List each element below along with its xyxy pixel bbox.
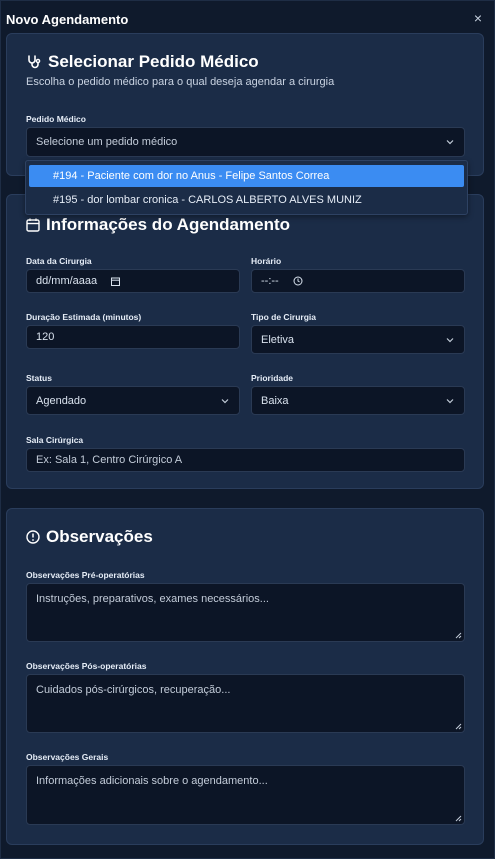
- clock-icon[interactable]: [293, 276, 303, 286]
- select-order-card: Selecionar Pedido Médico Escolha o pedid…: [6, 33, 484, 176]
- status-value: Agendado: [36, 394, 87, 407]
- surgery-type-value: Eletiva: [261, 333, 295, 346]
- post-op-label: Observações Pós-operatórias: [26, 661, 147, 671]
- observations-title: Observações: [46, 527, 153, 546]
- duration-label: Duração Estimada (minutos): [26, 312, 142, 322]
- chevron-down-icon: [221, 398, 229, 403]
- time-input[interactable]: --:--: [251, 269, 465, 293]
- stethoscope-icon: [28, 55, 41, 69]
- alert-circle-icon: [26, 530, 40, 544]
- surgery-type-select[interactable]: Eletiva: [251, 325, 465, 354]
- medical-order-placeholder: Selecione um pedido médico: [36, 136, 178, 148]
- operating-room-input[interactable]: Ex: Sala 1, Centro Cirúrgico A: [26, 448, 465, 472]
- scheduling-info-title: Informações do Agendamento: [46, 215, 291, 234]
- general-obs-label: Observações Gerais: [26, 752, 109, 762]
- select-order-heading: Selecionar Pedido Médico: [26, 52, 259, 72]
- duration-input[interactable]: 120: [26, 325, 240, 349]
- chevron-down-icon: [446, 398, 454, 403]
- post-op-placeholder: Cuidados pós-cirúrgicos, recuperação...: [36, 684, 231, 696]
- observations-card: Observações Observações Pré-operatórias …: [6, 508, 484, 845]
- chevron-down-icon: [446, 337, 454, 342]
- resize-handle-icon[interactable]: [454, 814, 462, 822]
- chevron-down-icon: [446, 140, 454, 145]
- scheduling-info-card: Informações do Agendamento Data da Cirur…: [6, 194, 484, 489]
- medical-order-dropdown-list: #194 - Paciente com dor no Anus - Felipe…: [25, 160, 468, 215]
- priority-value: Baixa: [261, 394, 289, 407]
- surgery-type-label: Tipo de Cirurgia: [251, 312, 317, 322]
- operating-room-label: Sala Cirúrgica: [26, 435, 84, 445]
- general-obs-placeholder: Informações adicionais sobre o agendamen…: [36, 775, 268, 787]
- medical-order-select[interactable]: Selecione um pedido médico: [26, 127, 465, 157]
- observations-heading: Observações: [26, 527, 153, 547]
- operating-room-placeholder: Ex: Sala 1, Centro Cirúrgico A: [36, 454, 183, 466]
- modal-title: Novo Agendamento: [6, 12, 129, 27]
- status-select[interactable]: Agendado: [26, 386, 240, 415]
- scheduling-info-heading: Informações do Agendamento: [26, 215, 290, 235]
- status-label: Status: [26, 373, 52, 383]
- select-order-subtitle: Escolha o pedido médico para o qual dese…: [26, 76, 335, 88]
- calendar-picker-icon[interactable]: [111, 277, 120, 286]
- surgery-date-value: dd/mm/aaaa: [36, 275, 98, 287]
- calendar-icon: [26, 218, 40, 232]
- surgery-date-input[interactable]: dd/mm/aaaa: [26, 269, 240, 293]
- dropdown-option-194[interactable]: #194 - Paciente com dor no Anus - Felipe…: [29, 165, 464, 187]
- dropdown-option-195[interactable]: #195 - dor lombar cronica - CARLOS ALBER…: [29, 189, 464, 211]
- select-order-title: Selecionar Pedido Médico: [48, 52, 259, 71]
- surgery-date-label: Data da Cirurgia: [26, 256, 92, 266]
- resize-handle-icon[interactable]: [454, 631, 462, 639]
- resize-handle-icon[interactable]: [454, 722, 462, 730]
- pre-op-placeholder: Instruções, preparativos, exames necessá…: [36, 593, 269, 605]
- priority-select[interactable]: Baixa: [251, 386, 465, 415]
- priority-label: Prioridade: [251, 373, 294, 383]
- pre-op-textarea[interactable]: Instruções, preparativos, exames necessá…: [26, 583, 465, 642]
- duration-value: 120: [36, 331, 55, 343]
- time-label: Horário: [251, 256, 282, 266]
- time-value: --:--: [261, 275, 279, 287]
- post-op-textarea[interactable]: Cuidados pós-cirúrgicos, recuperação...: [26, 674, 465, 733]
- general-obs-textarea[interactable]: Informações adicionais sobre o agendamen…: [26, 765, 465, 825]
- pre-op-label: Observações Pré-operatórias: [26, 570, 145, 580]
- new-scheduling-modal: Novo Agendamento × Selecionar Pedido Méd…: [0, 0, 495, 859]
- close-icon[interactable]: ×: [472, 11, 484, 25]
- medical-order-label: Pedido Médico: [26, 114, 86, 124]
